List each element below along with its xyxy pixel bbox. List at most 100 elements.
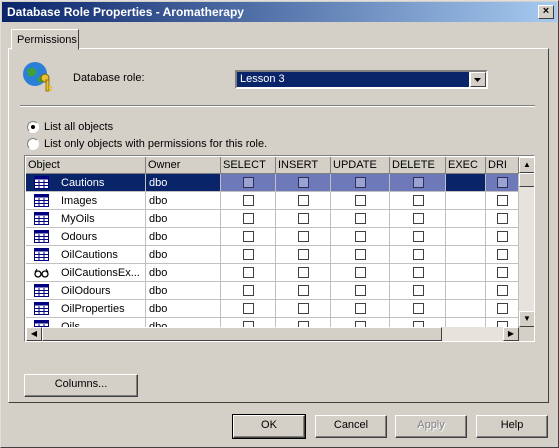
- column-header[interactable]: INSERT: [276, 157, 331, 174]
- permissions-grid[interactable]: Object Owner SELECT INSERT UPDATE DELETE EXEC D…: [24, 155, 535, 342]
- column-header[interactable]: DRI: [486, 157, 519, 174]
- scroll-down-button[interactable]: ▼: [519, 311, 534, 327]
- permission-checkbox[interactable]: [497, 303, 508, 314]
- permission-checkbox[interactable]: [413, 249, 424, 260]
- permission-checkbox[interactable]: [497, 249, 508, 260]
- permission-checkbox[interactable]: [355, 231, 366, 242]
- permission-checkbox[interactable]: [298, 231, 309, 242]
- permission-cell[interactable]: [331, 192, 390, 210]
- horizontal-scrollbar[interactable]: ◀ ▶: [26, 327, 519, 341]
- permission-cell[interactable]: [486, 264, 519, 282]
- permission-checkbox[interactable]: [298, 303, 309, 314]
- scroll-thumb[interactable]: [519, 173, 534, 187]
- permission-checkbox[interactable]: [413, 195, 424, 206]
- permission-cell[interactable]: [276, 300, 331, 318]
- permission-checkbox[interactable]: [413, 303, 424, 314]
- table-row[interactable]: Odours dbo: [26, 228, 519, 246]
- scroll-right-button[interactable]: ▶: [503, 327, 519, 341]
- permission-cell[interactable]: [221, 282, 276, 300]
- permission-checkbox[interactable]: [355, 267, 366, 278]
- permission-cell[interactable]: [390, 282, 446, 300]
- permission-cell[interactable]: [221, 228, 276, 246]
- permission-cell[interactable]: [331, 300, 390, 318]
- title-bar[interactable]: Database Role Properties - Aromatherapy …: [2, 2, 557, 22]
- permission-cell[interactable]: [390, 228, 446, 246]
- permission-cell[interactable]: [390, 264, 446, 282]
- column-header[interactable]: Object: [26, 157, 146, 174]
- permission-cell[interactable]: [221, 192, 276, 210]
- column-header[interactable]: UPDATE: [331, 157, 390, 174]
- ok-button[interactable]: OK: [232, 414, 306, 439]
- table-row[interactable]: Images dbo: [26, 192, 519, 210]
- permission-checkbox[interactable]: [355, 195, 366, 206]
- cancel-button[interactable]: Cancel: [315, 415, 387, 438]
- permission-cell[interactable]: [331, 264, 390, 282]
- permission-cell[interactable]: [221, 300, 276, 318]
- permission-checkbox[interactable]: [355, 285, 366, 296]
- permission-cell[interactable]: [276, 264, 331, 282]
- permission-checkbox[interactable]: [497, 231, 508, 242]
- permission-checkbox[interactable]: [413, 285, 424, 296]
- permission-cell[interactable]: [221, 174, 276, 192]
- permission-checkbox[interactable]: [243, 195, 254, 206]
- permission-checkbox[interactable]: [243, 285, 254, 296]
- permission-checkbox[interactable]: [298, 177, 309, 188]
- permission-checkbox[interactable]: [355, 177, 366, 188]
- permission-checkbox[interactable]: [413, 267, 424, 278]
- permission-cell[interactable]: [276, 228, 331, 246]
- permission-checkbox[interactable]: [243, 231, 254, 242]
- help-button[interactable]: Help: [476, 415, 548, 438]
- permission-checkbox[interactable]: [497, 285, 508, 296]
- permission-checkbox[interactable]: [355, 213, 366, 224]
- permission-cell[interactable]: [276, 210, 331, 228]
- permission-checkbox[interactable]: [355, 249, 366, 260]
- table-row[interactable]: MyOils dbo: [26, 210, 519, 228]
- permission-cell[interactable]: [221, 210, 276, 228]
- permission-cell[interactable]: [486, 300, 519, 318]
- vertical-scrollbar[interactable]: ▲ ▼: [519, 157, 534, 327]
- apply-button[interactable]: Apply: [395, 415, 467, 438]
- table-row[interactable]: Oils dbo: [26, 318, 519, 327]
- scroll-thumb-horizontal[interactable]: [42, 327, 442, 341]
- table-row[interactable]: OilCautions dbo: [26, 246, 519, 264]
- permission-checkbox[interactable]: [355, 303, 366, 314]
- permission-checkbox[interactable]: [298, 267, 309, 278]
- permission-cell[interactable]: [276, 318, 331, 327]
- permission-cell[interactable]: [486, 192, 519, 210]
- column-header[interactable]: EXEC: [446, 157, 486, 174]
- permission-checkbox[interactable]: [298, 249, 309, 260]
- permission-checkbox[interactable]: [243, 267, 254, 278]
- scroll-up-button[interactable]: ▲: [519, 157, 534, 173]
- permission-cell[interactable]: [486, 174, 519, 192]
- permission-cell[interactable]: [331, 246, 390, 264]
- permission-cell[interactable]: [276, 282, 331, 300]
- permission-checkbox[interactable]: [243, 249, 254, 260]
- permission-cell[interactable]: [331, 210, 390, 228]
- permission-cell[interactable]: [331, 174, 390, 192]
- table-row[interactable]: Cautions dbo: [26, 174, 519, 192]
- permission-checkbox[interactable]: [413, 213, 424, 224]
- permission-cell[interactable]: [221, 318, 276, 327]
- permission-cell[interactable]: [276, 246, 331, 264]
- permission-cell[interactable]: [486, 210, 519, 228]
- table-row[interactable]: OilProperties dbo: [26, 300, 519, 318]
- permission-cell[interactable]: [486, 246, 519, 264]
- permission-cell[interactable]: [390, 318, 446, 327]
- radio-button-unchecked[interactable]: [27, 138, 39, 150]
- permission-cell[interactable]: [486, 318, 519, 327]
- close-button[interactable]: ×: [538, 5, 554, 19]
- permission-checkbox[interactable]: [497, 267, 508, 278]
- permission-checkbox[interactable]: [243, 213, 254, 224]
- radio-button-checked[interactable]: [27, 121, 39, 133]
- permission-cell[interactable]: [390, 300, 446, 318]
- database-role-select[interactable]: Lesson 3: [235, 70, 488, 89]
- permission-cell[interactable]: [486, 228, 519, 246]
- permission-cell[interactable]: [221, 246, 276, 264]
- permission-cell[interactable]: [390, 174, 446, 192]
- column-header[interactable]: Owner: [146, 157, 221, 174]
- permission-checkbox[interactable]: [243, 177, 254, 188]
- column-header[interactable]: SELECT: [221, 157, 276, 174]
- permission-cell[interactable]: [276, 174, 331, 192]
- permission-cell[interactable]: [390, 246, 446, 264]
- permission-checkbox[interactable]: [413, 177, 424, 188]
